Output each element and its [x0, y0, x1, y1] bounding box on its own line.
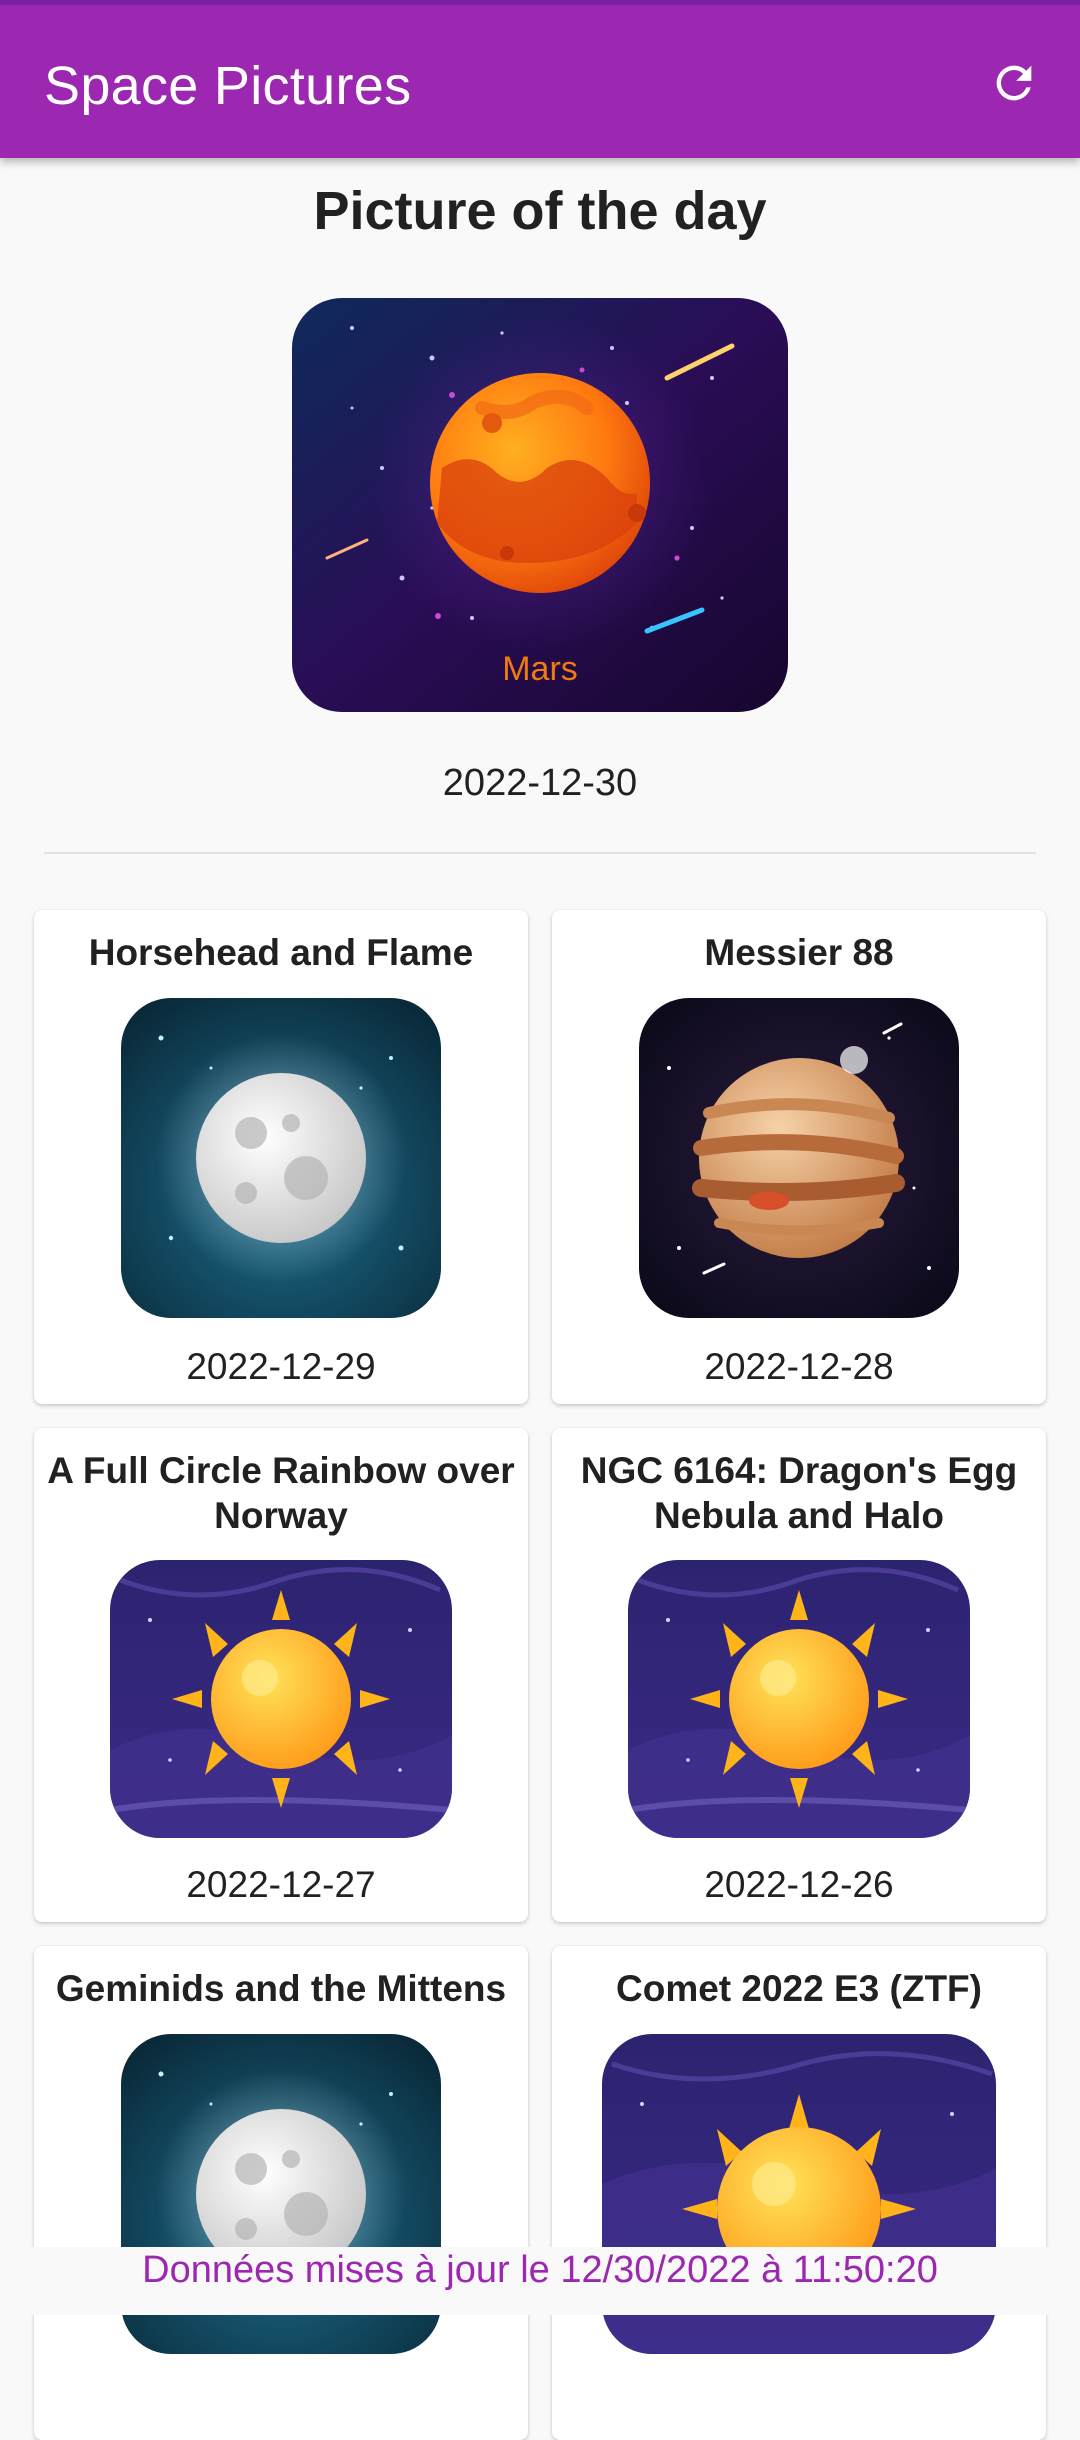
app-bar: Space Pictures — [0, 0, 1080, 158]
divider — [44, 852, 1036, 854]
card-image-moon — [121, 998, 441, 1318]
card-image-jupiter — [639, 998, 959, 1318]
picture-card[interactable]: Comet 2022 E3 (ZTF) — [552, 1946, 1046, 2440]
card-date: 2022-12-28 — [704, 1346, 894, 1387]
card-title: NGC 6164: Dragon's Egg Nebula and Halo — [580, 1450, 1018, 1536]
footer-status: Données mises à jour le 12/30/2022 à 11:… — [0, 2247, 1080, 2315]
refresh-icon — [996, 65, 1032, 101]
potd-image[interactable]: Mars — [292, 298, 788, 712]
potd-date: 2022-12-30 — [442, 762, 638, 804]
potd-heading: Picture of the day — [313, 181, 767, 241]
picture-card[interactable]: Geminids and the Mittens — [34, 1946, 528, 2440]
picture-card[interactable]: NGC 6164: Dragon's Egg Nebula and Halo 2… — [552, 1428, 1046, 1922]
card-image-sun — [628, 1560, 970, 1838]
card-title: Horsehead and Flame — [88, 932, 474, 973]
card-date: 2022-12-29 — [186, 1346, 376, 1387]
card-date: 2022-12-26 — [704, 1864, 894, 1905]
card-date: 2022-12-27 — [186, 1864, 376, 1905]
picture-card[interactable]: Messier 88 2022-12-28 — [552, 910, 1046, 1404]
picture-card[interactable]: A Full Circle Rainbow over Norway 2022-1… — [34, 1428, 528, 1922]
potd-image-label: Mars — [502, 650, 578, 688]
card-title: Messier 88 — [704, 932, 894, 973]
card-title: Geminids and the Mittens — [55, 1968, 507, 2009]
card-title: Comet 2022 E3 (ZTF) — [616, 1968, 982, 2009]
picture-card[interactable]: Horsehead and Flame 2022-12-29 — [34, 910, 528, 1404]
refresh-button[interactable] — [982, 51, 1046, 115]
footer-update-text: Données mises à jour le 12/30/2022 à 11:… — [142, 2249, 938, 2291]
card-image-sun — [110, 1560, 452, 1838]
app-title: Space Pictures — [44, 56, 412, 116]
card-title: A Full Circle Rainbow over Norway — [47, 1450, 515, 1536]
